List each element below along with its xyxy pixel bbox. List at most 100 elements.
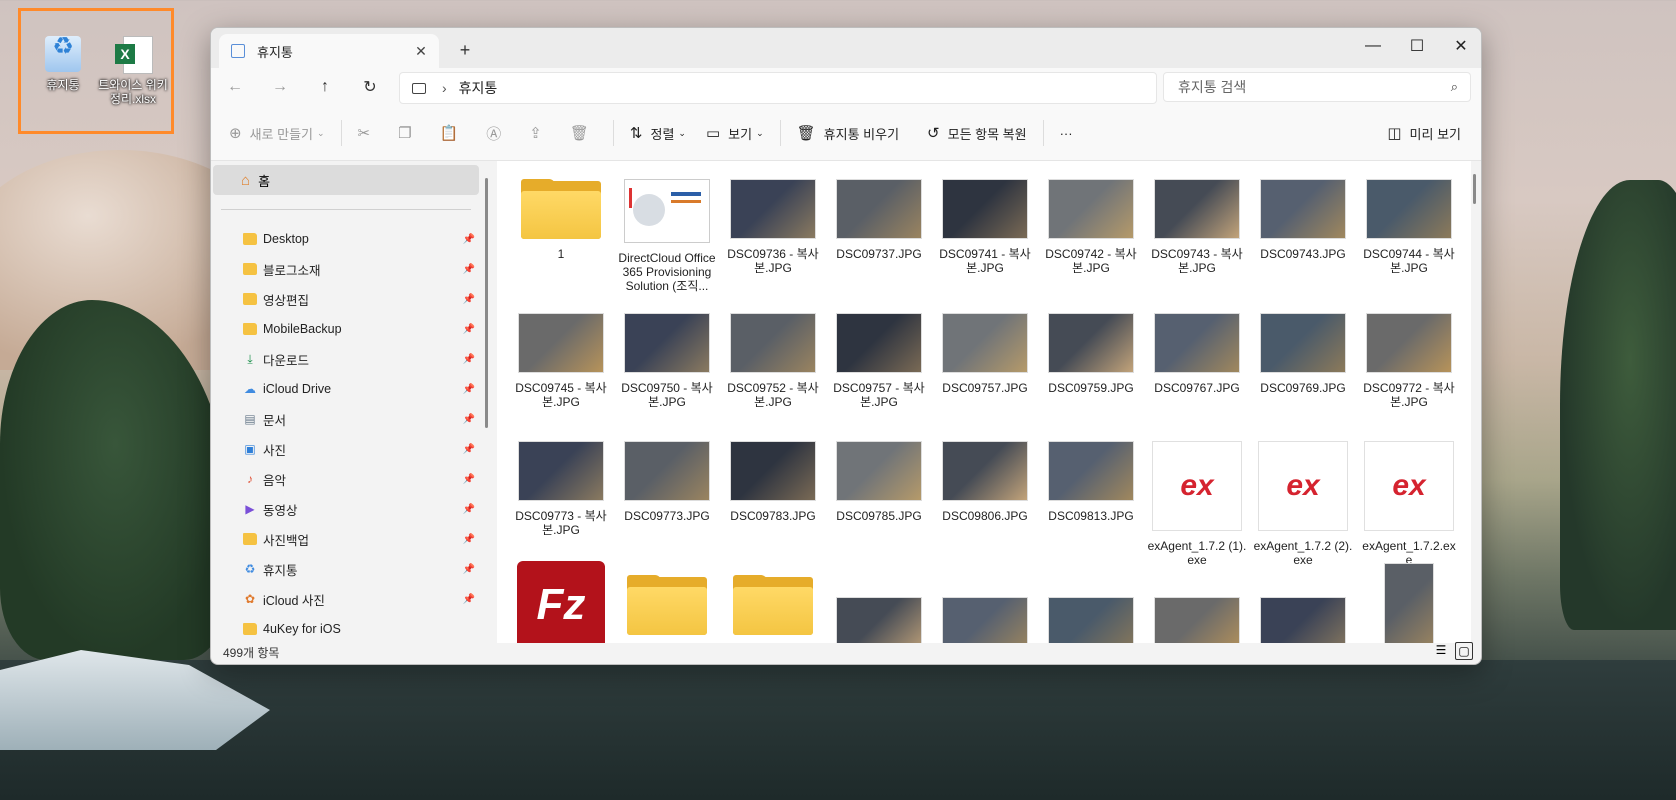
restore-all-button[interactable]: ↺ 모든 항목 복원 xyxy=(917,117,1037,149)
pin-icon[interactable]: 📌 xyxy=(463,534,475,545)
sidebar-item[interactable]: ♪ 음악 📌 xyxy=(211,465,481,493)
pin-icon[interactable]: 📌 xyxy=(463,444,475,455)
sidebar-item[interactable]: ☁ iCloud Drive 📌 xyxy=(211,375,481,403)
tab-close-button[interactable]: ✕ xyxy=(411,43,431,60)
desktop-icon-recycle-bin[interactable]: 휴지통 xyxy=(28,36,98,92)
file-item[interactable]: IMG_2220.MOV xyxy=(829,561,929,643)
file-item[interactable]: DSC09785.JPG xyxy=(829,441,929,523)
rename-button[interactable]: Ⓐ xyxy=(476,117,519,149)
pin-icon[interactable]: 📌 xyxy=(463,414,475,425)
pin-icon[interactable]: 📌 xyxy=(463,594,475,605)
maximize-button[interactable]: ☐ xyxy=(1395,28,1439,64)
file-item[interactable]: DSC09736 - 복사본.JPG xyxy=(723,179,823,275)
sidebar-item[interactable]: ⤓ 다운로드 📌 xyxy=(211,345,481,373)
more-options-button[interactable]: ··· xyxy=(1050,117,1083,149)
share-button[interactable]: ⇪ xyxy=(519,117,560,149)
sidebar-item[interactable]: 4uKey for iOS xyxy=(211,615,481,643)
pin-icon[interactable]: 📌 xyxy=(463,504,475,515)
file-item[interactable]: IMG_2221.MOV xyxy=(935,561,1035,643)
minimize-button[interactable]: — xyxy=(1351,28,1395,64)
file-item[interactable]: DSC09769.JPG xyxy=(1253,313,1353,395)
breadcrumb-location[interactable]: 휴지통 xyxy=(459,78,498,98)
file-item[interactable]: DSC09806.JPG xyxy=(935,441,1035,523)
file-item[interactable]: IMG_2223.JPG xyxy=(1147,561,1247,643)
file-item[interactable]: DSC09773 - 복사본.JPG xyxy=(511,441,611,537)
sidebar-item-home[interactable]: ⌂ 홈 xyxy=(213,165,479,195)
pin-icon[interactable]: 📌 xyxy=(463,294,475,305)
file-item[interactable]: DSC09773.JPG xyxy=(617,441,717,523)
view-button[interactable]: ▭ 보기 ⌄ xyxy=(696,117,774,149)
sidebar-item[interactable]: 영상편집 📌 xyxy=(211,285,481,313)
file-item[interactable]: DSC09767.JPG xyxy=(1147,313,1247,395)
sidebar-scrollbar[interactable] xyxy=(485,178,488,428)
file-item[interactable]: ex exAgent_1.7.2.exe xyxy=(1359,441,1459,567)
file-item[interactable]: DSC09752 - 복사본.JPG xyxy=(723,313,823,409)
pin-icon[interactable]: 📌 xyxy=(463,264,475,275)
file-item[interactable]: DSC09757.JPG xyxy=(935,313,1035,395)
file-item[interactable]: DSC09750 - 복사본.JPG xyxy=(617,313,717,409)
file-item[interactable]: IMG_2222.MOV xyxy=(1041,561,1141,643)
address-bar[interactable]: › 휴지통 xyxy=(399,72,1157,104)
up-button[interactable]: ↑ xyxy=(311,74,339,100)
file-item[interactable]: HitpawVideoEdit xyxy=(723,561,823,643)
sidebar-item[interactable]: ▤ 문서 📌 xyxy=(211,405,481,433)
pin-icon[interactable]: 📌 xyxy=(463,234,475,245)
file-item[interactable]: DSC09742 - 복사본.JPG xyxy=(1041,179,1141,275)
sidebar-item[interactable]: ✿ iCloud 사진 📌 xyxy=(211,585,481,613)
file-item[interactable]: DirectCloud Office365 Provisioning Solut… xyxy=(617,179,717,293)
pin-icon[interactable]: 📌 xyxy=(463,384,475,395)
file-item[interactable]: ex exAgent_1.7.2 (1).exe xyxy=(1147,441,1247,567)
file-item[interactable]: DSC09737.JPG xyxy=(829,179,929,261)
preview-pane-icon: ◫ xyxy=(1387,125,1402,142)
file-item[interactable]: DSC09759.JPG xyxy=(1041,313,1141,395)
file-item[interactable]: IMG_2225.MOV xyxy=(1359,561,1459,643)
preview-pane-button[interactable]: ◫ 미리 보기 xyxy=(1377,117,1471,149)
pin-icon[interactable]: 📌 xyxy=(463,354,475,365)
file-item[interactable]: DSC09743 - 복사본.JPG xyxy=(1147,179,1247,275)
forward-button[interactable]: → xyxy=(266,74,294,100)
tab-recycle-bin[interactable]: 휴지통 ✕ xyxy=(219,34,439,68)
pin-icon[interactable]: 📌 xyxy=(463,564,475,575)
file-name: DSC09736 - 복사본.JPG xyxy=(727,247,819,275)
file-item[interactable]: DSC09813.JPG xyxy=(1041,441,1141,523)
sidebar-item[interactable]: 블로그소재 📌 xyxy=(211,255,481,283)
video-icon: ▶ xyxy=(245,502,255,516)
desktop-icon-excel[interactable]: X 트와이스 위키정리.xlsx xyxy=(98,36,168,106)
file-name: DSC09773 - 복사본.JPG xyxy=(515,509,607,537)
details-view-icon[interactable]: ☰ xyxy=(1433,642,1449,658)
file-item[interactable]: DSC09745 - 복사본.JPG xyxy=(511,313,611,409)
file-item[interactable]: ex exAgent_1.7.2 (2).exe xyxy=(1253,441,1353,567)
new-button[interactable]: ⊕ 새로 만들기 ⌄ xyxy=(219,117,335,149)
close-window-button[interactable]: ✕ xyxy=(1439,28,1481,64)
file-item[interactable]: IMG_2224.JPG xyxy=(1253,561,1353,643)
cut-button[interactable]: ✂ xyxy=(348,117,389,149)
paste-button[interactable]: 📋 xyxy=(430,117,477,149)
search-input[interactable]: 휴지통 검색 ⌕ xyxy=(1163,72,1471,102)
empty-recycle-bin-button[interactable]: 🗑 휴지통 비우기 xyxy=(787,117,909,149)
sidebar-item[interactable]: MobileBackup 📌 xyxy=(211,315,481,343)
copy-button[interactable]: ❐ xyxy=(388,117,429,149)
file-item[interactable]: HitPaw Video xyxy=(617,561,717,643)
file-item[interactable]: DSC09744 - 복사본.JPG xyxy=(1359,179,1459,275)
delete-button[interactable]: 🗑 xyxy=(560,117,607,149)
sidebar-item[interactable]: 사진백업 📌 xyxy=(211,525,481,553)
new-tab-button[interactable]: + xyxy=(455,40,475,61)
refresh-button[interactable]: ↻ xyxy=(356,74,384,100)
sidebar-item[interactable]: ▶ 동영상 📌 xyxy=(211,495,481,523)
sidebar-item[interactable]: ▣ 사진 📌 xyxy=(211,435,481,463)
pin-icon[interactable]: 📌 xyxy=(463,324,475,335)
sort-button[interactable]: ⇅ 정렬 ⌄ xyxy=(620,117,696,149)
file-item[interactable]: DSC09757 - 복사본.JPG xyxy=(829,313,929,409)
file-item[interactable]: DSC09783.JPG xyxy=(723,441,823,523)
sidebar-item[interactable]: Desktop 📌 xyxy=(211,225,481,253)
file-item[interactable]: DSC09741 - 복사본.JPG xyxy=(935,179,1035,275)
file-item[interactable]: DSC09772 - 복사본.JPG xyxy=(1359,313,1459,409)
back-button[interactable]: ← xyxy=(221,74,249,100)
file-item[interactable]: FzFileZilla_3.66.5 xyxy=(511,561,611,643)
sidebar-item[interactable]: ♻ 휴지통 📌 xyxy=(211,555,481,583)
pin-icon[interactable]: 📌 xyxy=(463,474,475,485)
file-item[interactable]: DSC09743.JPG xyxy=(1253,179,1353,261)
content-scrollbar[interactable] xyxy=(1473,174,1476,204)
file-item[interactable]: 1 xyxy=(511,179,611,261)
large-icons-view-icon[interactable]: ▢ xyxy=(1455,642,1473,660)
